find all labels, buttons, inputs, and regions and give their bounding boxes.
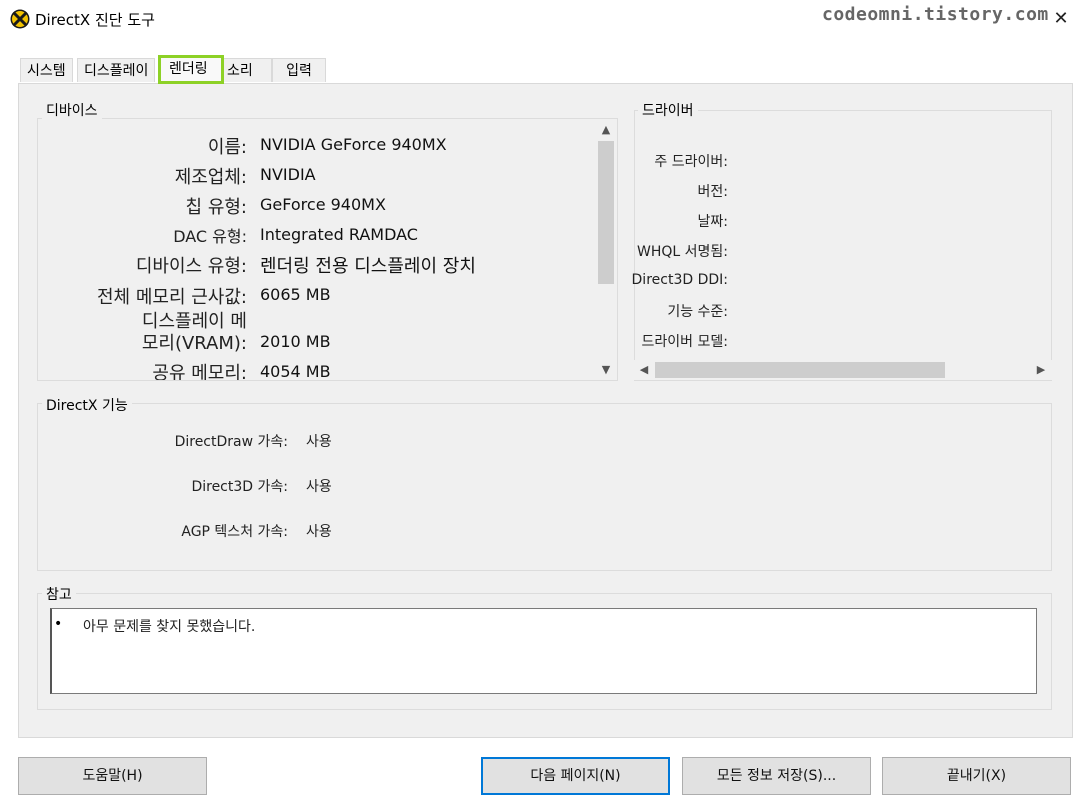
vram-label-line2: 모리(VRAM): xyxy=(141,333,247,354)
tab-system[interactable]: 시스템 xyxy=(20,58,73,82)
tab-rendering[interactable]: 렌더링 xyxy=(158,55,224,84)
feature-level-label: 기능 수준: xyxy=(667,304,728,320)
device-group-title: 디바이스 xyxy=(42,100,102,120)
tab-sound[interactable]: 소리 xyxy=(220,58,272,82)
scroll-right-arrow-icon[interactable]: ▶ xyxy=(1031,363,1051,376)
manufacturer-label: 제조업체: xyxy=(174,167,247,188)
agp-texture-accel-label: AGP 텍스처 가속: xyxy=(181,524,288,540)
direct3d-accel-value: 사용 xyxy=(306,479,332,495)
dac-type-label: DAC 유형: xyxy=(173,227,247,246)
device-name-value: NVIDIA GeForce 940MX xyxy=(260,135,447,154)
driver-model-label: 드라이버 모델: xyxy=(641,334,728,350)
directdraw-accel-label: DirectDraw 가속: xyxy=(174,434,288,450)
shared-memory-value: 4054 MB xyxy=(260,362,331,381)
directdraw-accel-value: 사용 xyxy=(306,434,332,450)
driver-scroll-thumb[interactable] xyxy=(655,362,945,378)
close-button[interactable]: ✕ xyxy=(1046,4,1076,34)
note-item: 아무 문제를 찾지 못했습니다. xyxy=(83,619,256,635)
device-type-label: 디바이스 유형: xyxy=(135,256,247,277)
tab-display[interactable]: 디스플레이 xyxy=(77,58,156,82)
directx-features-group-title: DirectX 기능 xyxy=(42,395,132,415)
scroll-down-arrow-icon[interactable]: ▼ xyxy=(596,363,616,376)
manufacturer-value: NVIDIA xyxy=(260,165,316,184)
window-title: DirectX 진단 도구 xyxy=(35,11,155,29)
device-name-label: 이름: xyxy=(207,137,247,158)
directx-icon xyxy=(10,9,30,29)
tab-input[interactable]: 입력 xyxy=(272,58,326,82)
chip-type-value: GeForce 940MX xyxy=(260,195,386,214)
main-driver-label: 주 드라이버: xyxy=(654,154,728,170)
total-memory-value: 6065 MB xyxy=(260,285,331,304)
driver-info-list: 주 드라이버: 버전: 날짜: WHQL 서명됨: Direct3D DDI: … xyxy=(631,110,1052,360)
agp-texture-accel-value: 사용 xyxy=(306,524,332,540)
vram-value: 2010 MB xyxy=(260,332,331,351)
chip-type-label: 칩 유형: xyxy=(185,197,247,218)
direct3d-ddi-label: Direct3D DDI: xyxy=(631,272,728,288)
scroll-left-arrow-icon[interactable]: ◀ xyxy=(634,363,654,376)
driver-version-label: 버전: xyxy=(697,184,728,200)
device-info-list[interactable]: 이름: NVIDIA GeForce 940MX 제조업체: NVIDIA 칩 … xyxy=(37,118,618,381)
notes-group-title: 참고 xyxy=(42,584,76,604)
shared-memory-label: 공유 메모리: xyxy=(152,363,247,381)
help-button[interactable]: 도움말(H) xyxy=(18,757,207,795)
device-type-value: 렌더링 전용 디스플레이 장치 xyxy=(260,256,476,277)
direct3d-accel-label: Direct3D 가속: xyxy=(191,479,288,495)
device-scroll-thumb[interactable] xyxy=(598,141,614,284)
dac-type-value: Integrated RAMDAC xyxy=(260,225,418,244)
watermark: codeomni.tistory.com xyxy=(822,4,1049,25)
next-page-button[interactable]: 다음 페이지(N) xyxy=(481,757,670,795)
note-bullet: • xyxy=(54,616,63,632)
directx-features-group-box xyxy=(37,403,1052,571)
save-all-info-button[interactable]: 모든 정보 저장(S)... xyxy=(682,757,871,795)
scroll-up-arrow-icon[interactable]: ▲ xyxy=(596,123,616,136)
whql-signed-label: WHQL 서명됨: xyxy=(637,244,728,260)
total-memory-label: 전체 메모리 근사값: xyxy=(97,287,247,308)
exit-button[interactable]: 끝내기(X) xyxy=(882,757,1071,795)
driver-date-label: 날짜: xyxy=(697,214,728,230)
